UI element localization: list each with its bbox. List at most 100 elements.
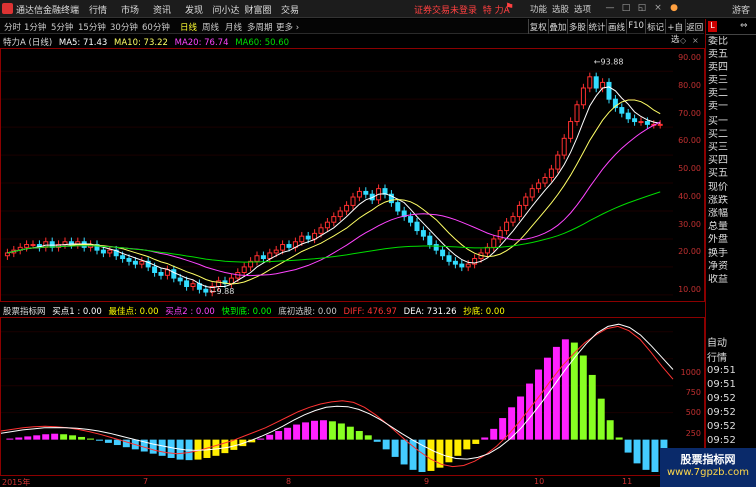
macd-bar (391, 439, 399, 457)
tool-multi[interactable]: 多股 (567, 19, 587, 34)
ind-buy1: 买点1 : 0.00 (52, 307, 102, 317)
period-tab[interactable]: 1分钟 (24, 21, 46, 33)
macd-bar (221, 439, 229, 454)
watermark-url: www.7gpzb.com (667, 467, 749, 478)
dock-time: 09:51 (707, 365, 736, 376)
period-tab-more[interactable]: 更多 › (276, 21, 299, 33)
menu-item[interactable]: 市场 (114, 3, 146, 16)
low-price-marker: ←9.88 (210, 287, 235, 296)
candle (267, 252, 273, 260)
macd-bar (275, 431, 283, 440)
tool-function[interactable]: 功能 (530, 3, 552, 15)
period-tab-active[interactable]: 日线 (180, 21, 197, 33)
macd-bar (570, 342, 578, 440)
candle (452, 260, 458, 265)
menu-item[interactable]: 财富圈 (242, 3, 274, 16)
tool-adjust[interactable]: 复权 (528, 19, 548, 34)
candle (542, 176, 548, 184)
price-tick: 90.00 (678, 53, 701, 62)
period-tab[interactable]: 多周期 (247, 21, 273, 33)
menu-item[interactable]: 资讯 (146, 3, 178, 16)
period-tab[interactable]: 分时 (4, 21, 21, 33)
dock-auto[interactable]: 自动 (707, 334, 727, 349)
candle (561, 137, 567, 156)
tool-draw[interactable]: 画线 (606, 19, 626, 34)
macd-bar (87, 438, 94, 440)
close-icon[interactable]: × (652, 3, 664, 15)
macd-chart[interactable] (1, 318, 677, 475)
macd-bar (311, 420, 318, 440)
ind-bottom: 抄底: 0.00 (463, 307, 505, 317)
macd-bar (167, 439, 175, 458)
period-tab[interactable]: 月线 (225, 21, 242, 33)
macd-bar (418, 439, 426, 472)
period-tab[interactable]: 5分钟 (51, 21, 73, 33)
minimize-icon[interactable]: — (604, 3, 616, 15)
candle (184, 280, 190, 287)
restore-icon[interactable]: ◱ (636, 3, 648, 15)
candle (548, 168, 554, 178)
tool-stock-select[interactable]: 选股 (552, 3, 574, 15)
candle (420, 230, 426, 237)
tool-f10[interactable]: F10 (625, 19, 646, 34)
dock-time: 09:51 (707, 379, 736, 390)
quote-label: 卖五 (708, 49, 728, 60)
high-price-marker: ←93.88 (594, 57, 624, 66)
macd-bar (588, 374, 596, 440)
tool-overlay[interactable]: 叠加 (547, 19, 568, 34)
candlestick-chart[interactable]: ←93.88 ←9.88 (1, 49, 677, 301)
macd-bar (24, 436, 32, 440)
top-tools: 功能 选股 选项 (530, 3, 596, 15)
tool-stats[interactable]: 统计 (586, 19, 607, 34)
candle (587, 76, 593, 89)
menu-item[interactable]: 行情 (82, 3, 114, 16)
period-tab[interactable]: 30分钟 (110, 21, 138, 33)
menu-item[interactable]: 问小达 (210, 3, 242, 16)
menu-item[interactable]: 发现 (178, 3, 210, 16)
maximize-icon[interactable]: □ (620, 3, 632, 15)
tool-options[interactable]: 选项 (574, 3, 596, 15)
macd-bar (149, 439, 157, 454)
macd-bar (606, 420, 614, 440)
candle (516, 204, 522, 218)
login-notice[interactable]: 证券交易未登录 特 力A (414, 3, 510, 16)
period-tab[interactable]: 15分钟 (78, 21, 106, 33)
guest-label[interactable]: 游客 (732, 3, 750, 16)
tool-back[interactable]: 返回 (684, 19, 705, 34)
dock-quote[interactable]: 行情 (707, 349, 727, 364)
macd-bar (158, 439, 166, 456)
ind-best: 最佳点: 0.00 (108, 307, 159, 317)
user-icon[interactable]: ● (668, 3, 680, 15)
candle (260, 255, 266, 260)
macd-bar (597, 398, 605, 440)
ma10-value: MA10: 73.22 (114, 38, 168, 48)
macd-bar (552, 346, 560, 440)
quote-label: 收益 (708, 274, 728, 285)
candle (190, 283, 196, 287)
period-tab[interactable]: 60分钟 (142, 21, 170, 33)
candle (120, 255, 126, 260)
candle (619, 107, 625, 114)
candle (305, 235, 311, 240)
time-label: 8 (286, 477, 292, 486)
quote-label: 净资 (708, 261, 728, 272)
macd-bar (346, 426, 354, 440)
expand-arrow-icon[interactable]: ⇔ (740, 21, 748, 31)
macd-bar (69, 435, 77, 440)
candle (132, 260, 138, 265)
price-tick: 10.00 (678, 285, 701, 294)
tool-add-watch[interactable]: +自选 (664, 19, 685, 45)
time-label: 2015年 (2, 478, 31, 487)
candle (152, 266, 158, 274)
macd-bar (373, 439, 381, 442)
gear-icon[interactable]: ◇ (680, 36, 686, 45)
tool-mark[interactable]: 标记 (645, 19, 665, 34)
macd-bar (490, 428, 498, 440)
period-tab[interactable]: 周线 (202, 21, 219, 33)
watermark-title: 股票指标网 (680, 453, 736, 466)
menu-item[interactable]: 交易 (274, 3, 306, 16)
macd-bar (293, 424, 301, 440)
macd-bar (445, 439, 453, 463)
close-panel-icon[interactable]: × (692, 36, 699, 45)
chart-title: 特力A (日线) (3, 38, 53, 48)
